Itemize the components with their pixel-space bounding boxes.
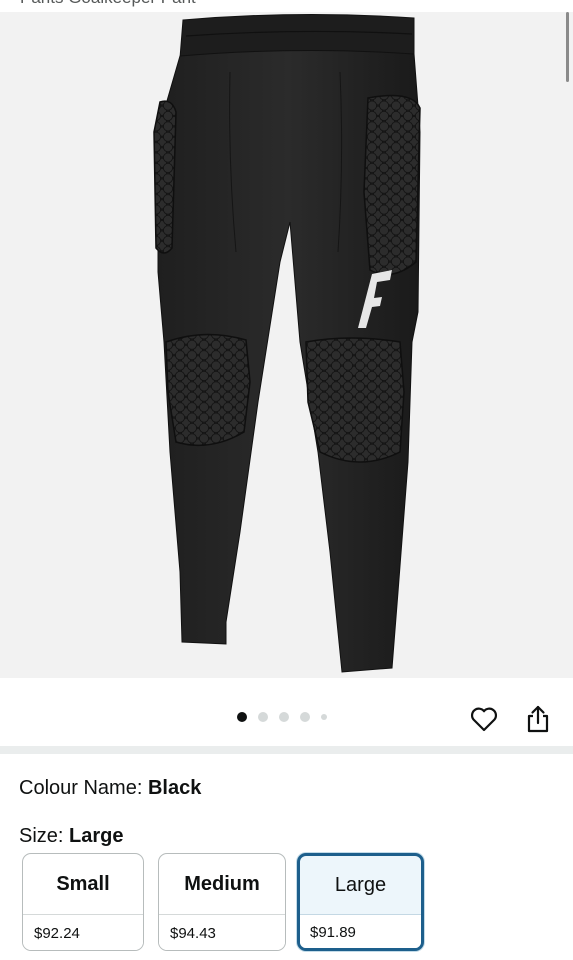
image-pagination-dots[interactable] (237, 712, 338, 722)
colour-label: Colour Name: (19, 777, 143, 799)
product-image[interactable] (0, 12, 573, 678)
size-row: Size: Large (19, 825, 124, 848)
size-option-price: $91.89 (300, 915, 421, 948)
size-option-price: $94.43 (159, 915, 285, 950)
pagination-dot[interactable] (321, 714, 327, 720)
colour-name-row: Colour Name: Black (19, 777, 201, 800)
pagination-dot-active[interactable] (237, 712, 247, 722)
pagination-dot[interactable] (300, 712, 310, 722)
size-option-name: Small (23, 854, 143, 915)
heart-icon (470, 707, 498, 732)
share-icon (527, 705, 549, 733)
size-option-small[interactable]: Small $92.24 (22, 853, 144, 951)
size-value: Large (69, 825, 124, 847)
size-option-large[interactable]: Large $91.89 (297, 853, 424, 951)
colour-value: Black (147, 777, 202, 799)
size-option-medium[interactable]: Medium $94.43 (158, 853, 286, 951)
product-image-gallery[interactable] (0, 12, 573, 678)
size-label: Size: (19, 825, 64, 847)
page-title-strip: Pants Goalkeeper Pant (0, 0, 573, 12)
product-title-fragment: Pants Goalkeeper Pant (20, 0, 196, 8)
size-option-price: $92.24 (23, 915, 143, 950)
section-divider (0, 746, 573, 754)
pagination-dot[interactable] (279, 712, 289, 722)
size-option-name: Medium (159, 854, 285, 915)
share-button[interactable] (523, 704, 553, 734)
size-option-name: Large (300, 856, 421, 915)
wishlist-button[interactable] (469, 704, 499, 734)
pagination-dot[interactable] (258, 712, 268, 722)
